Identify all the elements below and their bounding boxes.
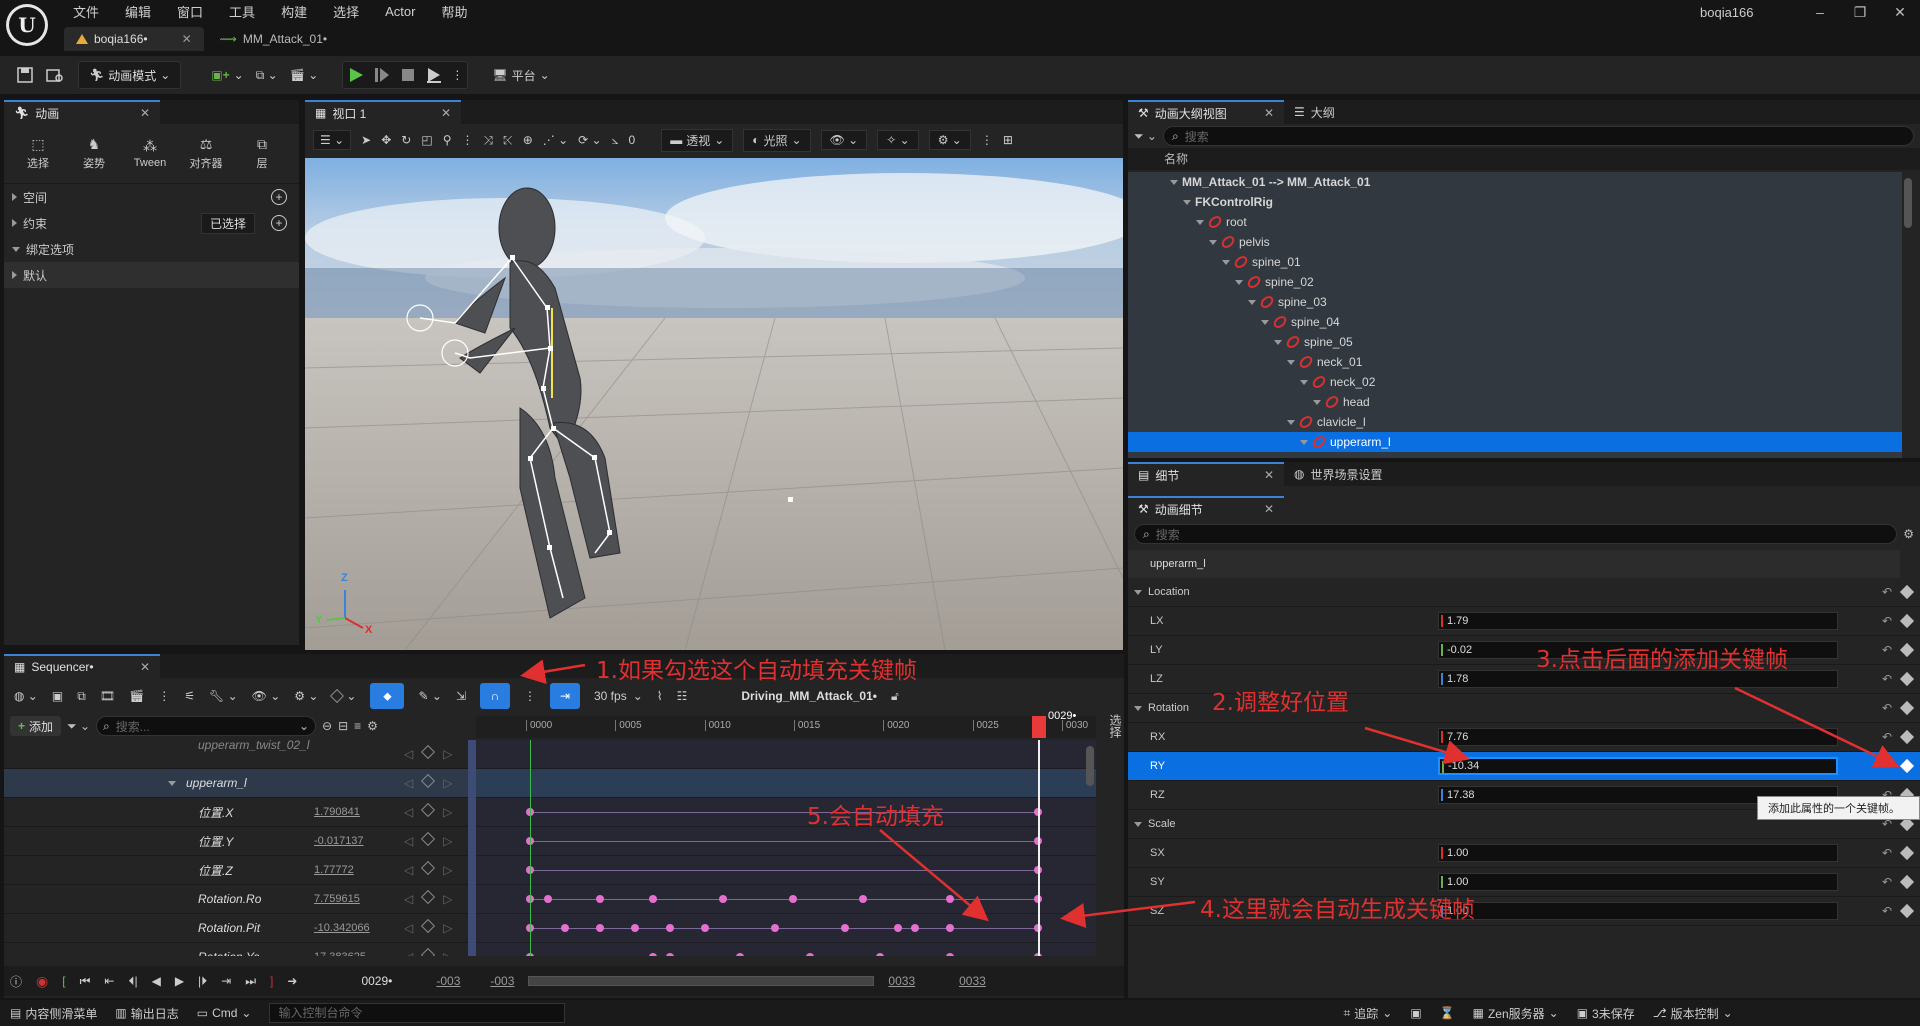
folder-icon: ▤ bbox=[10, 1006, 22, 1020]
timer-icon[interactable]: ⌛ bbox=[1440, 1006, 1455, 1020]
output-log-button[interactable]: ▥ 输出日志 bbox=[115, 1005, 178, 1022]
annotation-4: 4.这里就会自动生成关键帧 bbox=[1200, 897, 1475, 923]
log-icon: ▥ bbox=[115, 1006, 127, 1020]
status-bar: ▤ 内容侧滑菜单 ▥ 输出日志 ▭ Cmd ⌄ 输入控制台命令 ⌗ 追踪 ⌄ ▣ ⌛ ▦ Ze… bbox=[0, 1000, 1920, 1026]
annotation-2: 2.调整好位置 bbox=[1212, 690, 1349, 716]
zen-server-label: Zen服务器 bbox=[1487, 1006, 1545, 1021]
source-control-label: 版本控制 bbox=[1670, 1006, 1719, 1021]
annotation-arrows bbox=[520, 659, 1900, 928]
output-log-label: 输出日志 bbox=[130, 1006, 179, 1021]
trace-label: 追踪 bbox=[1354, 1006, 1379, 1021]
content-drawer-button[interactable]: ▤ 内容侧滑菜单 bbox=[10, 1005, 97, 1022]
unsaved-button[interactable]: ▣ 3未保存 bbox=[1577, 1005, 1635, 1022]
source-control-button[interactable]: ⎇ 版本控制 ⌄ bbox=[1653, 1005, 1733, 1022]
trace-button[interactable]: ⌗ 追踪 ⌄ bbox=[1343, 1005, 1392, 1022]
zen-server-button[interactable]: ▦ Zen服务器 ⌄ bbox=[1473, 1005, 1559, 1022]
screenshot-icon[interactable]: ▣ bbox=[1410, 1006, 1421, 1020]
annotation-3: 3.点击后面的添加关键帧 bbox=[1536, 647, 1788, 673]
annotation-5: 5.会自动填充 bbox=[807, 804, 944, 830]
console-input[interactable]: 输入控制台命令 bbox=[269, 1003, 566, 1023]
unsaved-label: 3未保存 bbox=[1592, 1006, 1635, 1021]
annotation-1: 1.如果勾选这个自动填充关键帧 bbox=[596, 658, 917, 684]
content-drawer-label: 内容侧滑菜单 bbox=[25, 1006, 98, 1021]
save-icon: ▣ bbox=[1576, 1006, 1589, 1020]
trace-icon: ⌗ bbox=[1343, 1005, 1351, 1020]
cmd-dropdown[interactable]: ▭ Cmd ⌄ bbox=[197, 1006, 252, 1020]
cmd-label: Cmd bbox=[212, 1006, 238, 1020]
server-icon: ▦ bbox=[1472, 1006, 1484, 1020]
terminal-icon: ▭ bbox=[196, 1006, 209, 1020]
source-control-icon: ⎇ bbox=[1652, 1006, 1667, 1020]
